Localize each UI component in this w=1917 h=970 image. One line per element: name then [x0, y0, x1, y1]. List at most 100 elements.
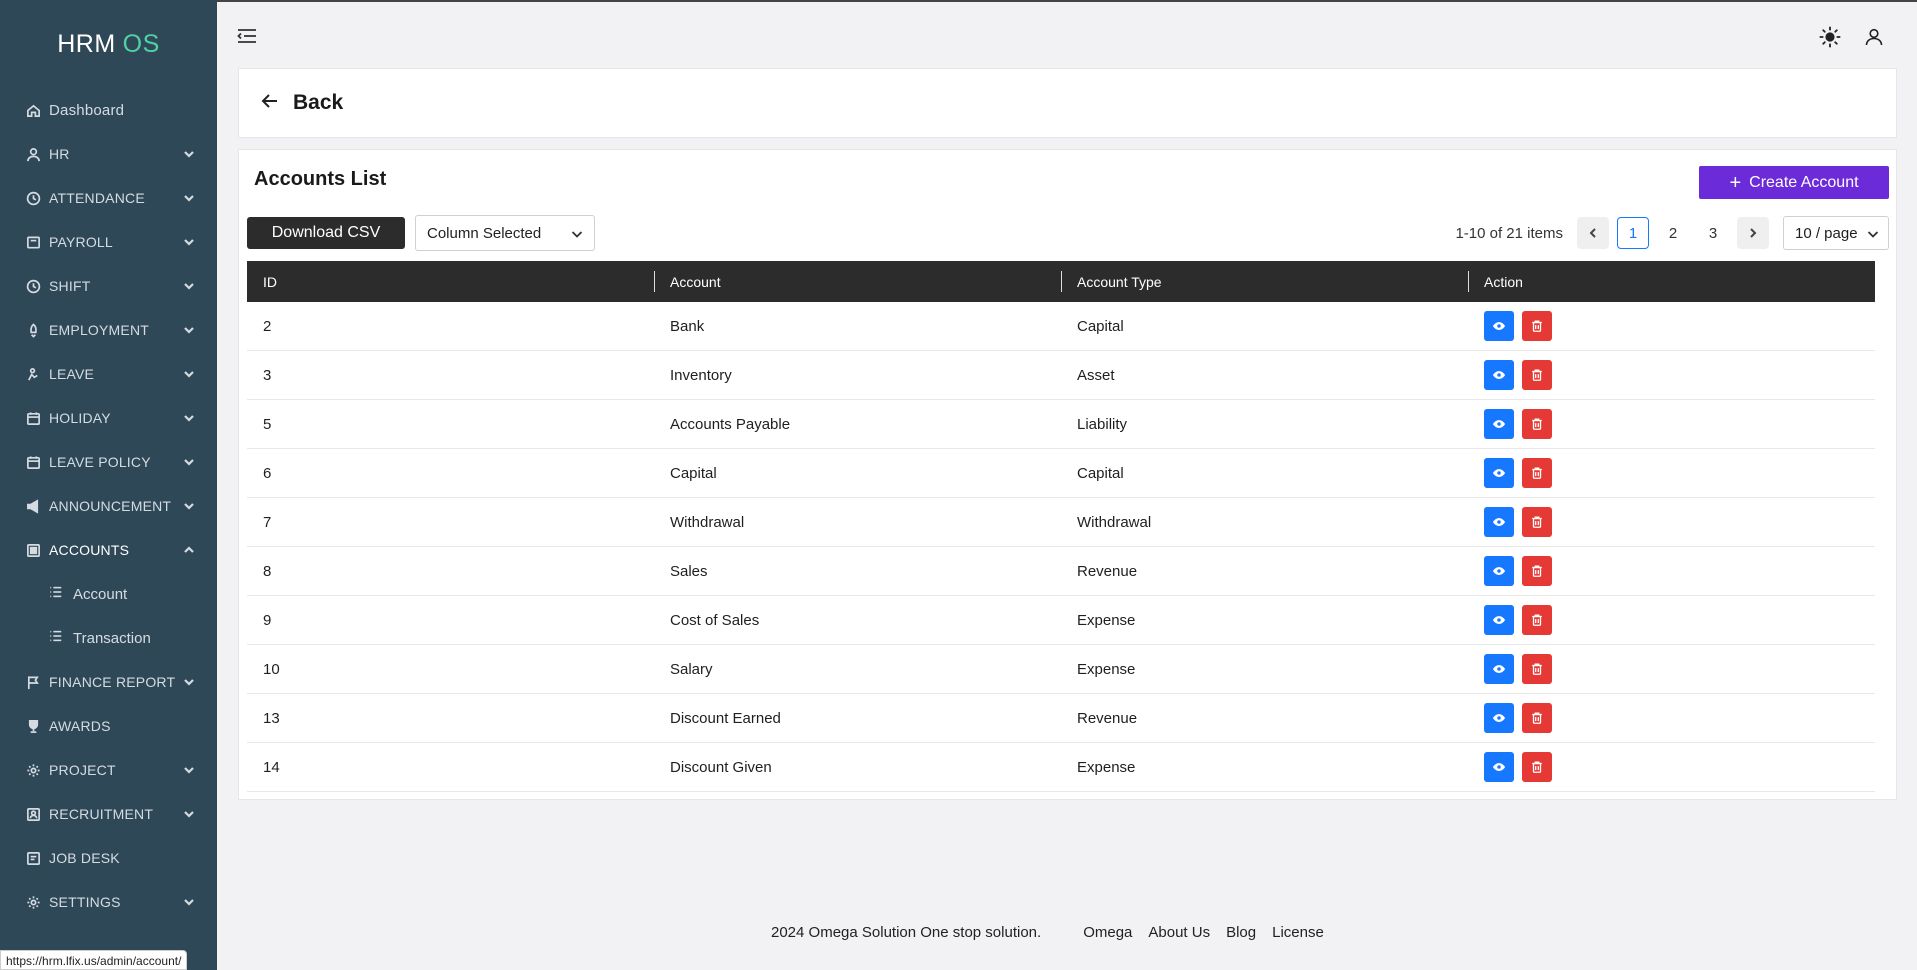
- sidebar-item-recruitment[interactable]: RECRUITMENT: [0, 792, 217, 836]
- table-row: 3 Inventory Asset: [247, 351, 1875, 400]
- sidebar-item-settings[interactable]: SETTINGS: [0, 880, 217, 924]
- page-size-select[interactable]: 10 / page: [1783, 216, 1889, 250]
- delete-button[interactable]: [1522, 556, 1552, 586]
- view-button[interactable]: [1484, 556, 1514, 586]
- trash-icon: [1532, 614, 1542, 626]
- sidebar-item-announcement[interactable]: ANNOUNCEMENT: [0, 484, 217, 528]
- table-row: 13 Discount Earned Revenue: [247, 694, 1875, 743]
- view-button[interactable]: [1484, 605, 1514, 635]
- footer-link-omega[interactable]: Omega: [1083, 924, 1132, 941]
- delete-button[interactable]: [1522, 654, 1552, 684]
- back-button[interactable]: Back: [293, 91, 343, 115]
- sidebar-item-label: PROJECT: [49, 762, 116, 778]
- table-header: ID Account Account Type Action: [247, 261, 1875, 302]
- download-csv-button[interactable]: Download CSV: [247, 217, 405, 249]
- sidebar-item-job-desk[interactable]: JOB DESK: [0, 836, 217, 880]
- header-id[interactable]: ID: [247, 261, 654, 302]
- sidebar-subitem-transaction[interactable]: Transaction: [0, 616, 217, 660]
- delete-button[interactable]: [1522, 360, 1552, 390]
- prev-page-button[interactable]: [1577, 217, 1609, 249]
- sidebar-item-label: EMPLOYMENT: [49, 322, 150, 338]
- view-button[interactable]: [1484, 409, 1514, 439]
- brand-logo[interactable]: HRM OS: [0, 0, 217, 88]
- sidebar-item-employment[interactable]: EMPLOYMENT: [0, 308, 217, 352]
- brand-suffix: OS: [122, 29, 160, 58]
- sidebar-item-attendance[interactable]: ATTENDANCE: [0, 176, 217, 220]
- view-button[interactable]: [1484, 507, 1514, 537]
- header-account-type[interactable]: Account Type: [1061, 261, 1468, 302]
- clock-icon: [25, 278, 41, 294]
- wallet-icon: [25, 234, 41, 250]
- chevron-right-icon: [1750, 228, 1757, 238]
- delete-button[interactable]: [1522, 605, 1552, 635]
- eye-icon: [1492, 616, 1506, 624]
- accounts-table: ID Account Account Type Action 2 Bank Capi…: [247, 261, 1875, 792]
- sidebar-item-finance-report[interactable]: FINANCE REPORT: [0, 660, 217, 704]
- sidebar-item-dashboard[interactable]: Dashboard: [0, 88, 217, 132]
- sidebar-item-hr[interactable]: HR: [0, 132, 217, 176]
- sidebar-item-leave-policy[interactable]: LEAVE POLICY: [0, 440, 217, 484]
- delete-button[interactable]: [1522, 311, 1552, 341]
- view-button[interactable]: [1484, 360, 1514, 390]
- sidebar-subitem-account[interactable]: Account: [0, 572, 217, 616]
- page-2-button[interactable]: 2: [1657, 217, 1689, 249]
- sidebar-item-shift[interactable]: SHIFT: [0, 264, 217, 308]
- table-row: 5 Accounts Payable Liability: [247, 400, 1875, 449]
- arrow-left-icon[interactable]: [261, 92, 279, 115]
- footer-link-about[interactable]: About Us: [1148, 924, 1210, 941]
- delete-button[interactable]: [1522, 507, 1552, 537]
- view-button[interactable]: [1484, 311, 1514, 341]
- chevron-down-icon: [183, 324, 195, 336]
- cell-account: Withdrawal: [670, 513, 745, 531]
- sidebar-item-accounts[interactable]: ACCOUNTS: [0, 528, 217, 572]
- menu-collapse-icon[interactable]: [237, 28, 257, 44]
- delete-button[interactable]: [1522, 409, 1552, 439]
- trophy-icon: [25, 718, 41, 734]
- trash-icon: [1532, 467, 1542, 479]
- column-select-dropdown[interactable]: Column Selected: [415, 215, 595, 251]
- cell-id: 7: [263, 513, 272, 531]
- sidebar-item-holiday[interactable]: HOLIDAY: [0, 396, 217, 440]
- delete-button[interactable]: [1522, 703, 1552, 733]
- cell-actions: [1468, 605, 1875, 635]
- gear-icon: [25, 894, 41, 910]
- view-button[interactable]: [1484, 752, 1514, 782]
- sidebar-item-awards[interactable]: AWARDS: [0, 704, 217, 748]
- page-1-button[interactable]: 1: [1617, 217, 1649, 249]
- trash-icon: [1532, 712, 1542, 724]
- header-account[interactable]: Account: [654, 261, 1061, 302]
- next-page-button[interactable]: [1737, 217, 1769, 249]
- sidebar-item-payroll[interactable]: PAYROLL: [0, 220, 217, 264]
- cell-account-type: Withdrawal: [1077, 513, 1152, 531]
- cell-actions: [1468, 703, 1875, 733]
- sidebar-item-leave[interactable]: LEAVE: [0, 352, 217, 396]
- eye-icon: [1492, 371, 1506, 379]
- footer-link-blog[interactable]: Blog: [1226, 924, 1256, 941]
- create-account-label: Create Account: [1749, 173, 1859, 191]
- eye-icon: [1492, 665, 1506, 673]
- table-row: 9 Cost of Sales Expense: [247, 596, 1875, 645]
- chevron-up-icon: [183, 544, 195, 556]
- delete-button[interactable]: [1522, 458, 1552, 488]
- sun-icon[interactable]: [1819, 26, 1841, 48]
- footer-link-license[interactable]: License: [1272, 924, 1324, 941]
- page-3-button[interactable]: 3: [1697, 217, 1729, 249]
- sidebar-subitem-label: Account: [73, 585, 128, 603]
- user-profile-icon[interactable]: [1865, 28, 1883, 46]
- create-account-button[interactable]: + Create Account: [1699, 166, 1889, 199]
- home-icon: [25, 102, 41, 118]
- chevron-down-icon: [183, 676, 195, 688]
- view-button[interactable]: [1484, 458, 1514, 488]
- cell-id: 9: [263, 611, 272, 629]
- cell-account: Capital: [670, 464, 717, 482]
- sidebar-item-project[interactable]: PROJECT: [0, 748, 217, 792]
- list-icon: [49, 585, 73, 603]
- eye-icon: [1492, 469, 1506, 477]
- view-button[interactable]: [1484, 654, 1514, 684]
- delete-button[interactable]: [1522, 752, 1552, 782]
- recruit-icon: [25, 806, 41, 822]
- cell-account: Discount Given: [670, 758, 772, 776]
- view-button[interactable]: [1484, 703, 1514, 733]
- cell-id: 14: [263, 758, 280, 776]
- list-icon: [49, 629, 73, 647]
